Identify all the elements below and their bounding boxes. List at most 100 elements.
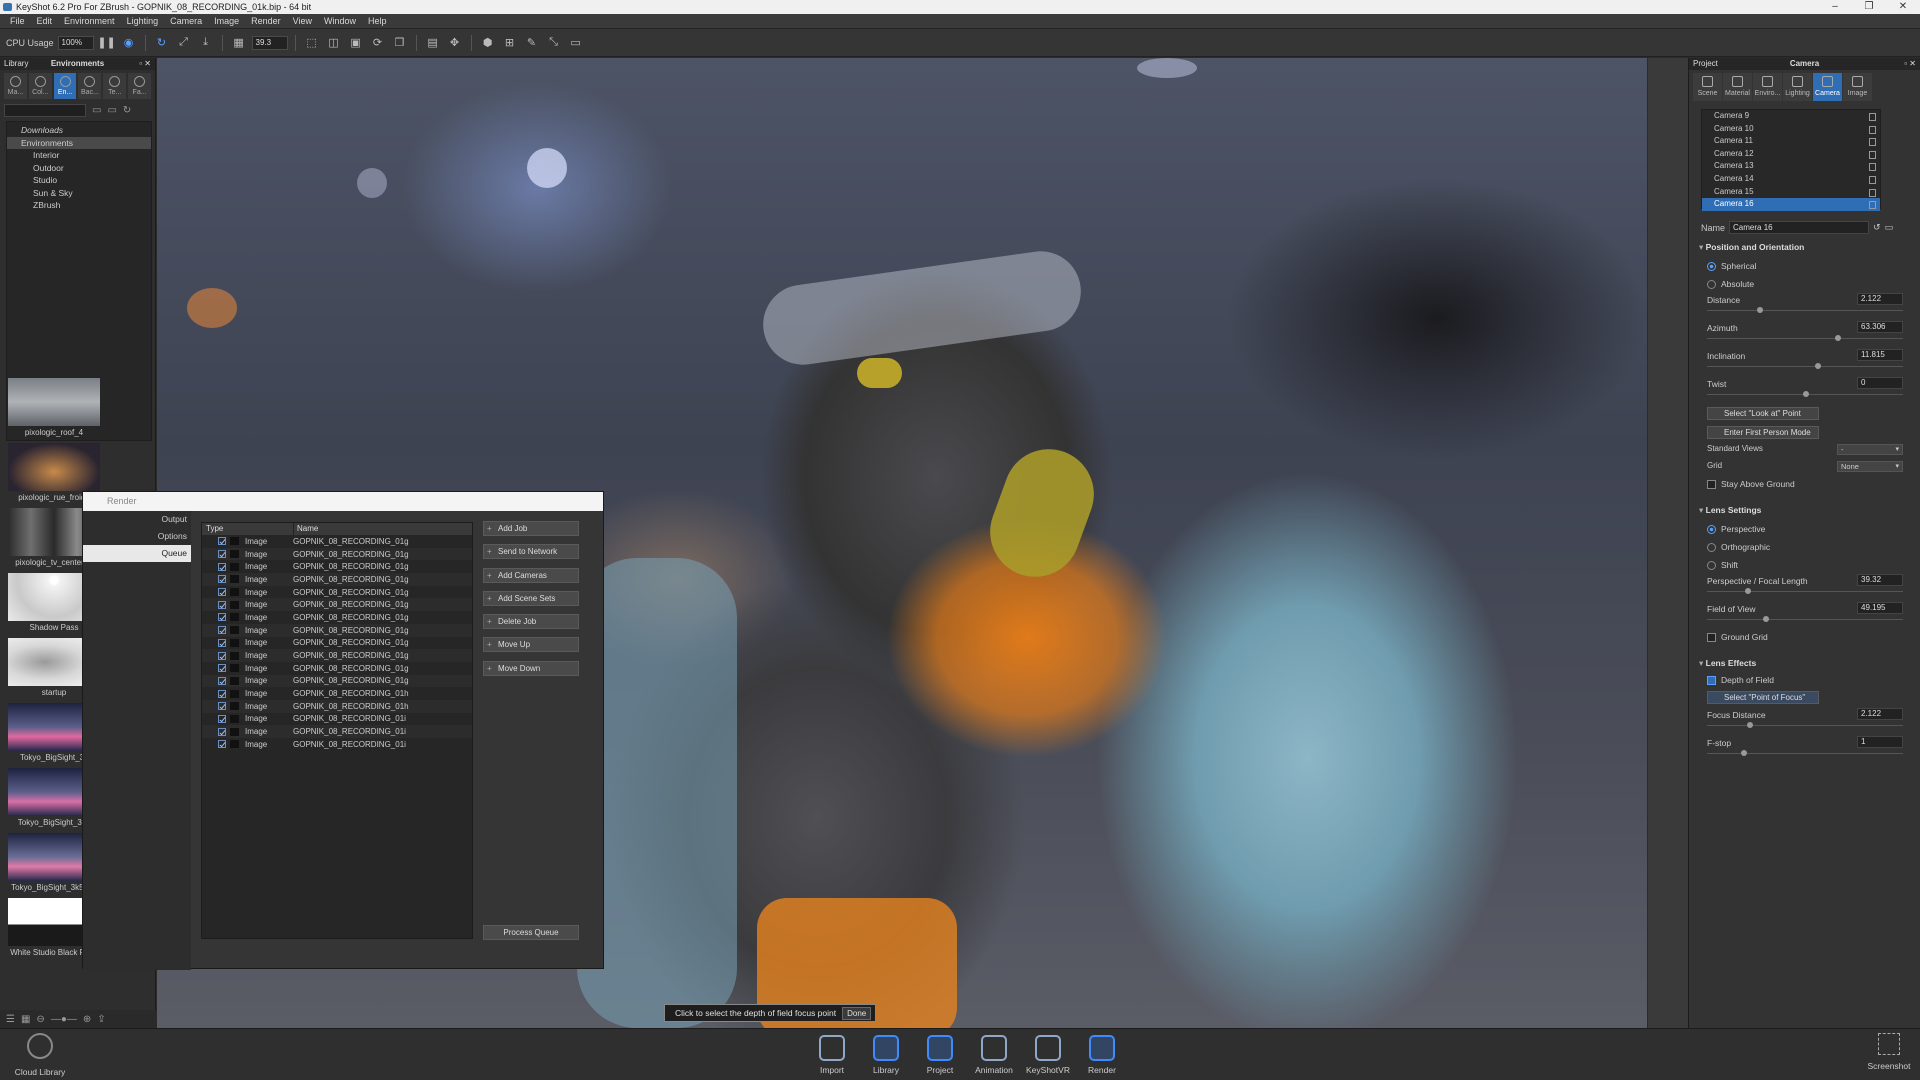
distance-slider[interactable]: Distance 2.122 bbox=[1707, 293, 1903, 317]
spherical-radio[interactable]: Spherical bbox=[1707, 261, 1920, 271]
menu-environment[interactable]: Environment bbox=[58, 16, 121, 26]
tree-item-sun-sky[interactable]: Sun & Sky bbox=[7, 187, 151, 200]
row-checkbox[interactable] bbox=[218, 562, 226, 571]
refresh-icon[interactable]: ↻ bbox=[153, 34, 171, 52]
table-row[interactable]: Image GOPNIK_08_RECORDING_01g bbox=[202, 674, 472, 688]
slider-value[interactable]: 2.122 bbox=[1857, 708, 1903, 720]
slider-value[interactable]: 11.815 bbox=[1857, 349, 1903, 361]
pause-icon[interactable]: ❚❚ bbox=[97, 34, 115, 52]
azimuth-slider[interactable]: Azimuth 63.306 bbox=[1707, 321, 1903, 345]
field-of-view-slider[interactable]: Field of View 49.195 bbox=[1707, 602, 1903, 626]
zoom-in-icon[interactable]: ⊕ bbox=[83, 1014, 91, 1025]
row-checkbox[interactable] bbox=[218, 676, 226, 685]
tab-favorites[interactable]: Fa... bbox=[128, 73, 151, 99]
move-down-button[interactable]: Move Down bbox=[483, 660, 579, 676]
slider-value[interactable]: 63.306 bbox=[1857, 321, 1903, 333]
project-button[interactable]: Project bbox=[913, 1035, 967, 1075]
pan-icon[interactable]: ✥ bbox=[446, 34, 464, 52]
panel-close-icon[interactable]: ▫ ✕ bbox=[1904, 58, 1916, 70]
screenshot-icon[interactable]: ▭ bbox=[567, 34, 585, 52]
section-position-orientation[interactable]: Position and Orientation bbox=[1699, 242, 1920, 253]
fit-view-icon[interactable]: ⤢ bbox=[175, 34, 193, 52]
menu-edit[interactable]: Edit bbox=[31, 16, 59, 26]
row-checkbox[interactable] bbox=[218, 651, 226, 660]
standard-views-dropdown[interactable]: - bbox=[1837, 444, 1903, 455]
table-row[interactable]: Image GOPNIK_08_RECORDING_01g bbox=[202, 649, 472, 662]
tab-textures[interactable]: Te... bbox=[103, 73, 127, 99]
download-icon[interactable]: ⤓ bbox=[197, 34, 215, 52]
section-lens-effects[interactable]: Lens Effects bbox=[1699, 658, 1920, 669]
depth-of-field-checkbox[interactable]: Depth of Field bbox=[1707, 675, 1920, 685]
table-row[interactable]: Image GOPNIK_08_RECORDING_01g bbox=[202, 586, 472, 599]
camera-name-field[interactable]: Camera 16 bbox=[1729, 221, 1870, 234]
select-look-at-point-button[interactable]: Select "Look at" Point bbox=[1707, 407, 1819, 420]
row-checkbox[interactable] bbox=[218, 537, 226, 546]
select-point-of-focus-button[interactable]: Select "Point of Focus" bbox=[1707, 691, 1819, 704]
focal-length-slider[interactable]: Perspective / Focal Length 39.32 bbox=[1707, 574, 1903, 598]
close-button[interactable]: ✕ bbox=[1886, 0, 1920, 14]
menu-image[interactable]: Image bbox=[208, 16, 245, 26]
slider-knob[interactable] bbox=[1745, 588, 1751, 594]
grid-view-icon[interactable]: ▦ bbox=[21, 1014, 30, 1025]
menu-help[interactable]: Help bbox=[362, 16, 393, 26]
slider-knob[interactable] bbox=[1815, 363, 1821, 369]
section-lens-settings[interactable]: Lens Settings bbox=[1699, 505, 1920, 516]
refresh-icon[interactable]: ↻ bbox=[123, 105, 131, 116]
camera-icon[interactable]: ◫ bbox=[325, 34, 343, 52]
table-row[interactable]: Image GOPNIK_08_RECORDING_01g bbox=[202, 662, 472, 675]
slider-knob[interactable] bbox=[1835, 335, 1841, 341]
performance-mode-icon[interactable]: ◉ bbox=[120, 34, 138, 52]
cloud-library-button[interactable]: Cloud Library bbox=[10, 1033, 70, 1077]
grid-icon[interactable]: ▦ bbox=[230, 34, 248, 52]
tree-item-environments[interactable]: Environments bbox=[7, 136, 151, 149]
camera-list-item[interactable]: Camera 14 bbox=[1702, 173, 1880, 186]
table-row[interactable]: Image GOPNIK_08_RECORDING_01i bbox=[202, 713, 472, 726]
row-checkbox[interactable] bbox=[218, 702, 226, 711]
slider-value[interactable]: 49.195 bbox=[1857, 602, 1903, 614]
save-camera-icon[interactable]: ▭ bbox=[1885, 222, 1894, 233]
inclination-slider[interactable]: Inclination 11.815 bbox=[1707, 349, 1903, 373]
render-button[interactable]: Render bbox=[1075, 1035, 1129, 1075]
row-checkbox[interactable] bbox=[218, 740, 226, 749]
list-view-icon[interactable]: ☰ bbox=[6, 1014, 15, 1025]
tree-item-studio[interactable]: Studio bbox=[7, 174, 151, 187]
table-row[interactable]: Image GOPNIK_08_RECORDING_01g bbox=[202, 598, 472, 612]
tab-materials[interactable]: Ma... bbox=[4, 73, 27, 99]
camera-list-item[interactable]: Camera 12 bbox=[1702, 148, 1880, 161]
upload-icon[interactable]: ⇪ bbox=[97, 1014, 105, 1025]
menu-window[interactable]: Window bbox=[318, 16, 362, 26]
delete-job-button[interactable]: Delete Job bbox=[483, 614, 579, 630]
perspective-radio[interactable]: Perspective bbox=[1707, 524, 1920, 534]
process-queue-button[interactable]: Process Queue bbox=[483, 925, 579, 940]
folder-icon[interactable]: ▭ bbox=[92, 105, 101, 116]
menu-camera[interactable]: Camera bbox=[164, 16, 208, 26]
tab-camera[interactable]: Camera bbox=[1813, 73, 1842, 101]
cpu-usage-field[interactable]: 100% bbox=[57, 35, 94, 50]
tab-environments[interactable]: En... bbox=[53, 73, 77, 99]
search-input[interactable] bbox=[4, 104, 86, 117]
menu-lighting[interactable]: Lighting bbox=[121, 16, 165, 26]
menu-view[interactable]: View bbox=[287, 16, 318, 26]
table-icon[interactable]: ⊞ bbox=[501, 34, 519, 52]
row-checkbox[interactable] bbox=[218, 575, 226, 584]
row-checkbox[interactable] bbox=[218, 664, 226, 673]
done-button[interactable]: Done bbox=[842, 1006, 872, 1020]
table-row[interactable]: Image GOPNIK_08_RECORDING_01g bbox=[202, 611, 472, 624]
tab-scene[interactable]: Scene bbox=[1693, 73, 1722, 101]
send-to-network-button[interactable]: Send to Network bbox=[483, 544, 579, 560]
table-row[interactable]: Image GOPNIK_08_RECORDING_01h bbox=[202, 699, 472, 713]
slider-knob[interactable] bbox=[1747, 722, 1753, 728]
table-row[interactable]: Image GOPNIK_08_RECORDING_01g bbox=[202, 623, 472, 637]
new-folder-icon[interactable]: ▭ bbox=[107, 105, 116, 116]
slider-knob[interactable] bbox=[1757, 307, 1763, 313]
zoom-out-icon[interactable]: ⊖ bbox=[36, 1014, 44, 1025]
column-name[interactable]: Name bbox=[294, 523, 472, 535]
camera-list-item[interactable]: Camera 13 bbox=[1702, 160, 1880, 173]
row-checkbox[interactable] bbox=[218, 727, 226, 736]
row-checkbox[interactable] bbox=[218, 600, 226, 609]
first-person-mode-button[interactable]: Enter First Person Mode bbox=[1707, 426, 1819, 439]
table-row[interactable]: Image GOPNIK_08_RECORDING_01g bbox=[202, 573, 472, 586]
render-mode-icon[interactable]: ▣ bbox=[347, 34, 365, 52]
minimize-button[interactable]: – bbox=[1818, 0, 1852, 14]
add-cameras-button[interactable]: Add Cameras bbox=[483, 567, 579, 583]
